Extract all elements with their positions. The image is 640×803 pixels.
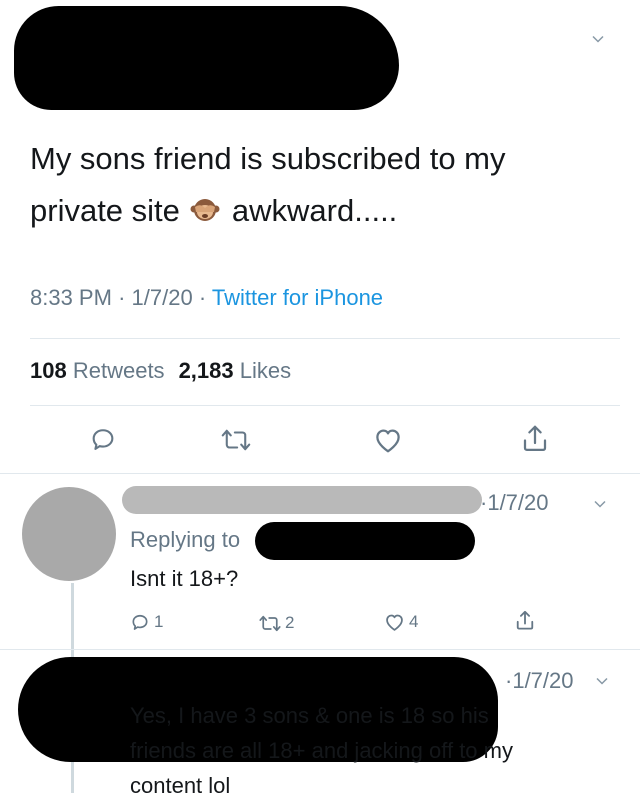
likes-stat[interactable]: 2,183 Likes [179,358,292,383]
reply-button[interactable]: 1 [130,612,163,632]
reply-date[interactable]: ·1/7/20 [505,668,574,694]
divider [30,338,620,339]
replying-to-label: Replying to [130,527,241,552]
share-button[interactable] [515,609,535,631]
retweets-label: Retweets [72,358,165,383]
retweets-stat[interactable]: 108 Retweets [30,358,165,383]
tweet-text: My sons friend is subscribed to my priva… [30,133,610,237]
retweet-icon [221,429,251,451]
chevron-down-icon[interactable] [596,675,608,687]
heart-icon [376,429,400,453]
tweet-source-link[interactable]: Twitter for iPhone [212,285,383,310]
divider [30,405,620,406]
redacted-author-header [14,6,399,110]
reply-text-line2: friends are all 18+ and jacking off to m… [130,738,513,763]
reply-text-line3: content lol [130,773,231,798]
reply-button[interactable] [89,425,117,453]
redacted-author-name [122,486,482,514]
divider [0,473,640,474]
like-button[interactable]: 4 [384,612,418,632]
reply-icon [92,429,114,450]
reply-date[interactable]: ·1/7/20 [480,490,549,516]
like-button[interactable] [373,426,403,454]
likes-label: Likes [239,358,292,383]
avatar[interactable] [22,487,116,581]
tweet-text-line2: private site awkward..... [30,185,610,237]
reply-count: 1 [154,612,164,631]
reply-text: Isnt it 18+? [130,566,239,591]
share-icon [523,425,547,451]
reply-text-line1: Yes, I have 3 sons & one is 18 so his [130,703,489,728]
reply-text: Yes, I have 3 sons & one is 18 so his fr… [130,698,610,803]
meta-separator: · [118,285,132,310]
tweet-text-line2-b: awkward..... [231,193,398,228]
tweet-time: 8:33 PM [30,285,112,310]
retweet-count: 2 [285,613,295,632]
tweet-text-line2-a: private site [30,193,180,228]
share-icon [516,610,534,630]
redacted-replying-to-handle [255,522,475,560]
see-no-evil-monkey-icon [190,189,220,221]
tweet-stats: 108 Retweets 2,183 Likes [30,358,291,384]
tweet-meta: 8:33 PM · 1/7/20 · Twitter for iPhone [30,285,383,311]
retweet-button[interactable]: 2 [259,613,294,633]
retweet-icon [259,615,281,631]
meta-separator: · [198,285,212,310]
chevron-down-icon[interactable] [594,498,606,510]
chevron-down-icon[interactable] [592,33,604,45]
tweet-text-line1: My sons friend is subscribed to my [30,141,506,176]
retweets-count: 108 [30,358,67,383]
thread-line [71,760,74,793]
share-button[interactable] [521,423,549,453]
heart-icon [386,614,403,631]
tweet-date[interactable]: 1/7/20 [132,285,193,310]
like-count: 4 [409,612,419,631]
likes-count: 2,183 [178,358,234,383]
divider [0,649,640,650]
retweet-button[interactable] [221,427,251,453]
reply-icon [132,614,148,630]
